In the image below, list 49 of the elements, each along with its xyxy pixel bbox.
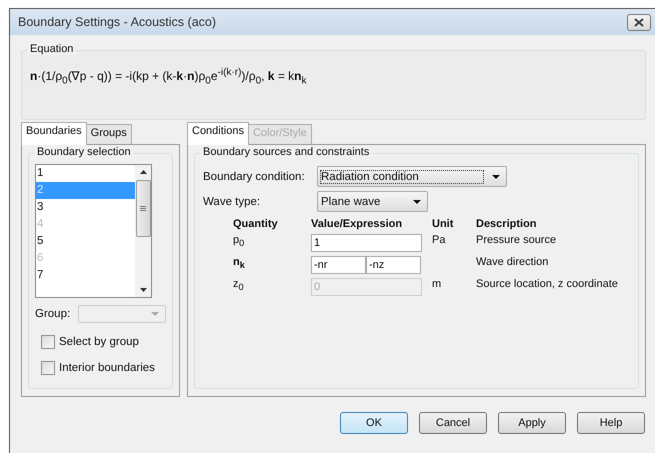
description-text: Pressure source (476, 234, 558, 246)
close-icon (634, 18, 644, 26)
group-label: Boundary sources and constraints (200, 146, 372, 158)
scrollbar[interactable] (135, 165, 151, 297)
tab[interactable]: Conditions (187, 122, 249, 145)
quantity-label: n$_{k}$ (233, 256, 246, 270)
column-header: Quantity (233, 218, 279, 230)
window-title: Boundary Settings - Acoustics (aco) (18, 15, 216, 29)
tab[interactable]: Groups (86, 124, 132, 144)
unit-label: Pa (432, 234, 446, 246)
tab[interactable]: Boundaries (21, 122, 87, 145)
description-text: Wave direction (476, 256, 550, 268)
caret-icon (492, 174, 500, 178)
group-label: Group: (35, 308, 70, 320)
column-header: Value/Expression (311, 218, 404, 230)
up-arrow-icon[interactable] (140, 170, 146, 174)
list-item[interactable]: 5 (36, 233, 135, 250)
description-text: Source location, z coordinate (476, 278, 618, 290)
quantity-label: z$_{0}$ (233, 278, 245, 292)
down-arrow-icon[interactable] (140, 288, 146, 292)
dialog-button[interactable]: Apply (498, 412, 566, 434)
input-field[interactable]: 1 (311, 234, 422, 252)
quantity-label: p$_{0}$ (233, 234, 246, 248)
equation-text: n·(1/ρ$_{0}$(∇p - q)) = -i(kp + (k-k·n)ρ$_{0}$e$^{-i(k·r)}$)/ρ$_{0}$, k = kn$_{k}$ (30, 67, 308, 86)
dialog-button[interactable]: Cancel (419, 412, 487, 434)
list-item[interactable]: 3 (36, 199, 135, 216)
list-item[interactable]: 1 (36, 165, 135, 182)
close-button[interactable] (627, 14, 651, 30)
group-label: Equation (27, 43, 76, 55)
group-label: Boundary selection (34, 146, 134, 158)
checkbox-label: Select by group (59, 336, 139, 348)
column-header: Description (476, 218, 538, 230)
dropdown[interactable]: Plane wave (317, 191, 428, 212)
list-item[interactable]: 7 (36, 267, 135, 284)
input-field[interactable]: -nz (366, 256, 421, 274)
caret-icon (151, 312, 159, 316)
checkbox-label: Interior boundaries (59, 362, 155, 374)
unit-label: m (432, 278, 442, 290)
checkbox[interactable] (41, 361, 55, 375)
column-header: Unit (432, 218, 454, 230)
dialog-button[interactable]: Help (577, 412, 645, 434)
dialog-button[interactable]: OK (340, 412, 408, 434)
field-label: Boundary condition: (203, 170, 306, 182)
caret-icon (413, 200, 421, 204)
field-label: Wave type: (203, 196, 262, 208)
input-field[interactable]: -nr (311, 256, 366, 274)
grip-icon (140, 206, 146, 211)
checkbox[interactable] (41, 335, 55, 349)
dropdown[interactable]: Radiation condition (317, 166, 507, 187)
